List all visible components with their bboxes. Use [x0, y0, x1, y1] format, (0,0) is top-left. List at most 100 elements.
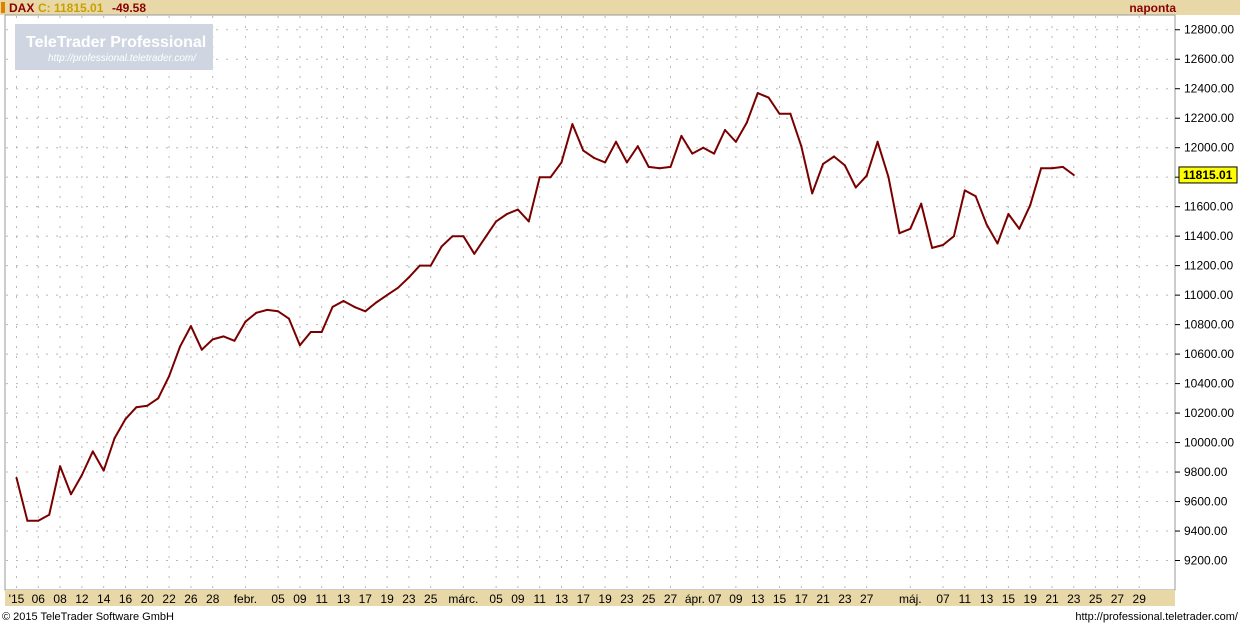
logo-title: TeleTrader Professional	[26, 34, 206, 51]
header-change: -49.58	[112, 1, 146, 15]
plot-area	[4, 14, 1176, 591]
data-point	[680, 134, 683, 137]
data-point	[898, 232, 901, 235]
data-point	[26, 519, 29, 522]
data-point	[1072, 174, 1075, 176]
data-point	[244, 320, 247, 323]
header-period: naponta	[1129, 1, 1176, 15]
x-tick-label: 23	[620, 592, 634, 606]
x-tick-label: 27	[860, 592, 874, 606]
data-point	[985, 223, 988, 226]
x-tick-label: 11	[959, 592, 972, 606]
footer-url: http://professional.teletrader.com/	[1075, 611, 1239, 623]
data-point	[113, 437, 116, 440]
y-tick-label: 12200.00	[1184, 111, 1234, 125]
data-point	[843, 164, 846, 167]
y-tick-label: 12600.00	[1184, 52, 1234, 66]
data-point	[593, 157, 596, 159]
y-tick-label: 11600.00	[1184, 200, 1233, 214]
x-tick-label: 13	[337, 592, 351, 606]
data-point	[364, 310, 367, 313]
y-tick-label: 9200.00	[1184, 554, 1228, 568]
y-tick-label: 10400.00	[1184, 377, 1234, 391]
data-point	[887, 176, 890, 179]
data-point	[963, 189, 966, 192]
data-point	[538, 176, 541, 179]
data-point	[854, 186, 857, 189]
x-tick-label: 11	[533, 592, 546, 606]
x-tick-label: 14	[97, 592, 111, 606]
x-tick-label: 19	[380, 592, 394, 606]
data-point	[157, 397, 160, 400]
data-point	[822, 162, 825, 165]
x-tick-label: 25	[1089, 592, 1103, 606]
data-point	[462, 235, 465, 238]
data-point	[865, 174, 868, 177]
x-tick-label: 27	[664, 592, 678, 606]
x-tick-label: 06	[32, 592, 46, 606]
data-point	[15, 476, 18, 479]
data-point	[473, 252, 476, 255]
data-point	[756, 92, 759, 95]
data-point	[429, 264, 432, 267]
x-tick-label: febr.	[234, 592, 257, 606]
x-tick-label: 15	[773, 592, 787, 606]
x-tick-label: 26	[184, 592, 198, 606]
data-point	[386, 294, 389, 297]
data-point	[669, 165, 672, 168]
x-tick-label: 23	[838, 592, 852, 606]
x-tick-label: 05	[489, 592, 503, 606]
data-point	[647, 165, 650, 168]
data-point	[440, 245, 443, 248]
header-marker	[1, 2, 5, 13]
data-point	[37, 519, 40, 522]
data-point	[59, 465, 62, 468]
x-tick-label: 23	[1067, 592, 1081, 606]
x-tick-label: 07	[936, 592, 950, 606]
data-point	[527, 220, 530, 223]
y-tick-label: 10600.00	[1184, 347, 1234, 361]
data-point	[778, 112, 781, 115]
x-tick-label: 13	[751, 592, 765, 606]
data-point	[702, 146, 705, 149]
data-point	[70, 493, 72, 496]
x-tick-label: 12	[75, 592, 89, 606]
data-point	[124, 418, 127, 420]
data-point	[724, 129, 726, 131]
x-tick-label: 09	[293, 592, 307, 606]
y-tick-label: 9800.00	[1184, 465, 1228, 479]
x-tick-label: 09	[511, 592, 525, 606]
data-point	[222, 335, 225, 338]
x-tick-label: ápr. 07	[685, 592, 722, 606]
data-point	[309, 331, 312, 333]
data-point	[560, 161, 563, 164]
data-point	[331, 305, 334, 308]
data-point	[636, 145, 639, 148]
y-tick-label: 9400.00	[1184, 524, 1228, 538]
y-axis: 9200.00 9400.00 9600.00 9800.00 10000.00 1020…	[1175, 23, 1234, 568]
data-point	[615, 140, 617, 143]
x-tick-label: 05	[271, 592, 285, 606]
x-tick-label: 13	[555, 592, 569, 606]
x-tick-label: '15	[9, 592, 25, 606]
y-tick-label: 12800.00	[1184, 23, 1234, 37]
data-point	[833, 155, 835, 158]
x-tick-label: 19	[1024, 592, 1038, 606]
x-tick-label: 20	[141, 592, 155, 606]
data-point	[876, 140, 879, 143]
last-value-label: 11815.01	[1183, 168, 1233, 182]
data-point	[952, 235, 955, 238]
y-tick-label: 10000.00	[1184, 436, 1234, 450]
data-point	[375, 301, 378, 304]
data-point	[1007, 213, 1010, 215]
data-point	[397, 286, 399, 289]
y-tick-label: 11000.00	[1184, 288, 1233, 302]
x-tick-label: 23	[402, 592, 416, 606]
x-tick-label: 29	[1133, 592, 1147, 606]
x-tick-label: 21	[816, 592, 830, 606]
logo-url: http://professional.teletrader.com/	[48, 53, 197, 64]
data-point	[200, 348, 203, 351]
data-point	[233, 339, 236, 342]
data-point	[451, 235, 454, 238]
data-point	[1040, 167, 1043, 170]
